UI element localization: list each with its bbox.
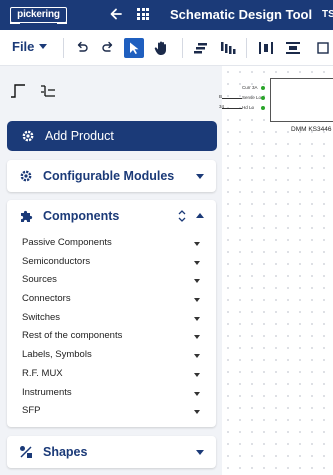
add-product-label: Add Product <box>45 129 114 143</box>
chevron-down-icon <box>194 335 200 340</box>
wire[interactable] <box>222 98 242 99</box>
components-section: Components Passive Components Semiconduc… <box>7 200 216 427</box>
configurable-modules-header[interactable]: Configurable Modules <box>7 160 216 192</box>
configurable-modules-title: Configurable Modules <box>43 169 175 183</box>
category-rf-mux[interactable]: R.F. MUX <box>7 365 216 384</box>
wire-label: B <box>219 94 223 99</box>
pickering-logo: pickering <box>10 7 67 24</box>
file-menu-button[interactable]: File <box>12 39 48 54</box>
bus-wire-icon[interactable] <box>40 84 56 98</box>
dmm-device-block[interactable] <box>270 78 333 122</box>
redo-icon[interactable] <box>98 38 118 58</box>
more-tools-icon[interactable] <box>313 38 333 58</box>
category-rest-of-components[interactable]: Rest of the components <box>7 327 216 346</box>
undo-icon[interactable] <box>72 38 92 58</box>
toolbar-divider <box>182 38 183 58</box>
port-connector[interactable] <box>261 86 265 90</box>
category-switches[interactable]: Switches <box>7 309 216 328</box>
shapes-title: Shapes <box>43 445 88 459</box>
category-sfp[interactable]: SFP <box>7 402 216 421</box>
category-instruments[interactable]: Instruments <box>7 384 216 403</box>
select-pointer-icon[interactable] <box>124 38 144 58</box>
chevron-down-icon <box>194 316 200 321</box>
port-connector[interactable] <box>261 106 265 110</box>
toolbar: File <box>0 30 333 66</box>
port-label: Hd Lo <box>242 105 255 110</box>
distribute-vertical-icon[interactable] <box>283 38 303 58</box>
gear-icon <box>19 169 33 188</box>
components-header[interactable]: Components <box>7 200 216 232</box>
wire[interactable] <box>222 108 242 109</box>
port-label: Curr 3A <box>242 85 258 90</box>
sort-icon[interactable] <box>178 209 186 227</box>
chevron-down-icon <box>194 372 200 377</box>
shapes-icon <box>19 445 33 464</box>
components-title: Components <box>43 209 120 223</box>
puzzle-icon <box>19 209 33 228</box>
chevron-down-icon <box>39 44 48 49</box>
gear-icon <box>21 129 35 148</box>
component-category-list: Passive Components Semiconductors Source… <box>7 234 216 421</box>
category-labels-symbols[interactable]: Labels, Symbols <box>7 346 216 365</box>
wire-label: 34 <box>219 104 225 109</box>
shapes-section: Shapes <box>7 436 216 468</box>
toolbar-divider <box>63 38 64 58</box>
toolbar-divider <box>246 38 247 58</box>
add-product-button[interactable]: Add Product <box>7 121 217 151</box>
port-label: Sense Lo <box>242 95 262 100</box>
category-semiconductors[interactable]: Semiconductors <box>7 253 216 272</box>
chevron-down-icon <box>194 298 200 303</box>
shapes-header[interactable]: Shapes <box>7 436 216 468</box>
app-title: Schematic Design Tool <box>170 7 313 22</box>
distribute-horizontal-icon[interactable] <box>256 38 276 58</box>
apps-grid-icon[interactable] <box>137 8 149 20</box>
step-wire-icon[interactable] <box>10 84 26 98</box>
chevron-down-icon[interactable] <box>196 174 204 179</box>
category-connectors[interactable]: Connectors <box>7 290 216 309</box>
chevron-down-icon <box>194 242 200 246</box>
chevron-down-icon[interactable] <box>196 450 204 455</box>
app-title-extra: TS <box>322 9 333 20</box>
back-arrow-icon[interactable] <box>108 6 124 22</box>
chevron-down-icon <box>194 279 200 284</box>
align-bottom-icon[interactable] <box>218 38 238 58</box>
file-menu-label: File <box>12 39 35 54</box>
configurable-modules-section: Configurable Modules <box>7 160 216 192</box>
port-connector[interactable] <box>261 96 265 100</box>
chevron-down-icon <box>194 391 200 396</box>
align-left-icon[interactable] <box>192 38 212 58</box>
chevron-up-icon[interactable] <box>196 213 204 218</box>
category-sources[interactable]: Sources <box>7 271 216 290</box>
left-panel: Add Product Configurable Modules Compone… <box>0 66 222 475</box>
device-label: DMM KS3446 <box>291 126 332 133</box>
pan-hand-icon[interactable] <box>151 38 171 58</box>
chevron-down-icon <box>194 354 200 359</box>
chevron-down-icon <box>194 260 200 265</box>
app-header: pickering Schematic Design Tool TS <box>0 0 333 30</box>
category-passive-components[interactable]: Passive Components <box>7 234 216 253</box>
chevron-down-icon <box>194 410 200 415</box>
schematic-canvas[interactable]: B 34 Curr 3A Sense Lo Hd Lo DMM KS3446 <box>219 66 333 475</box>
